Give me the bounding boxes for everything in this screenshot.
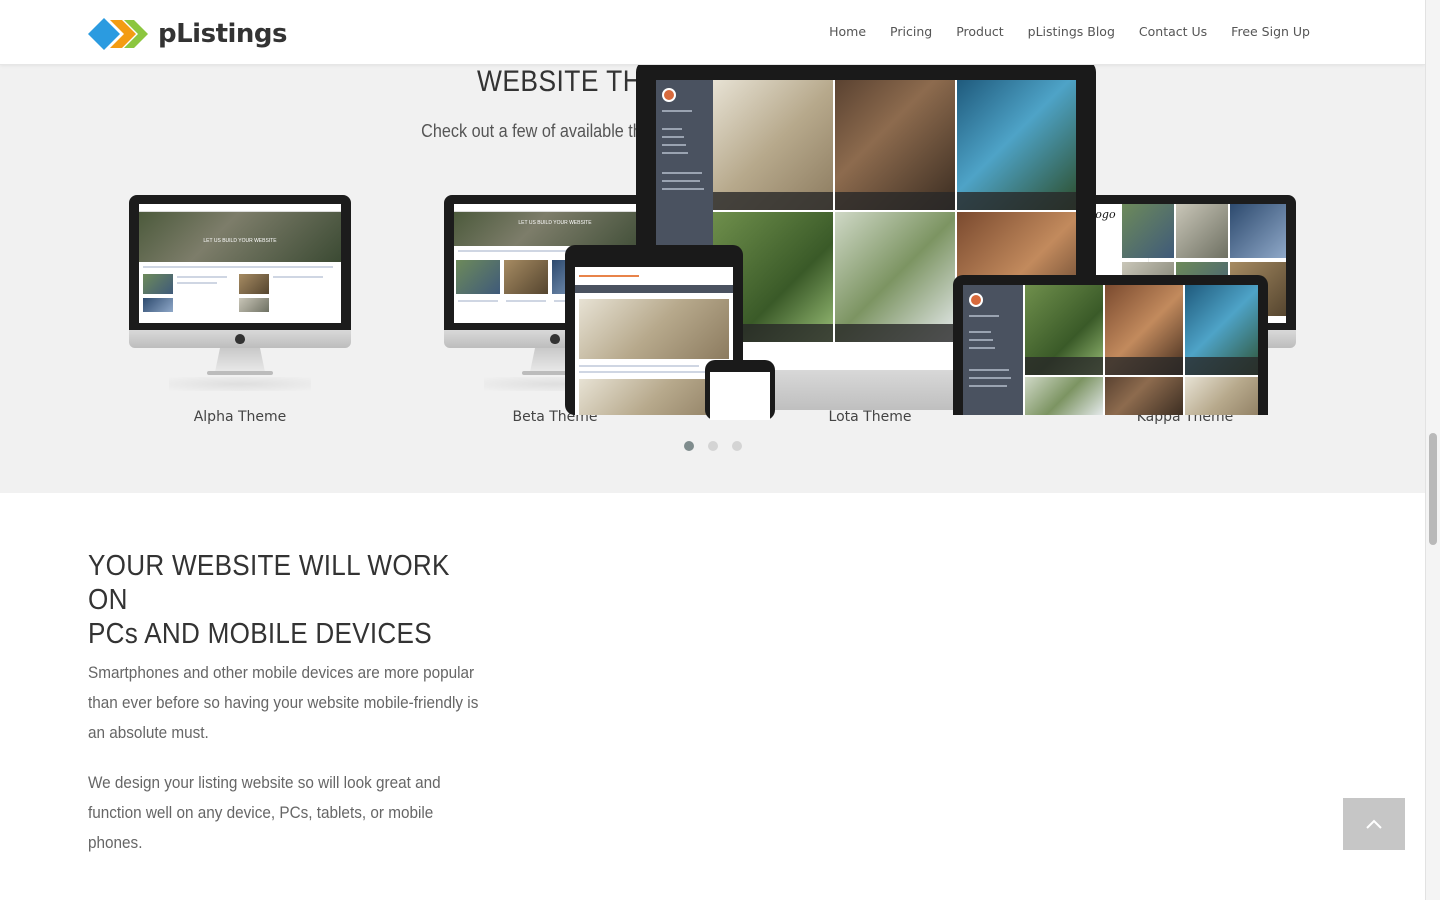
mobile-title: YOUR WEBSITE WILL WORK ON PCs AND MOBILE… [88,549,484,651]
mobile-paragraph-1: Smartphones and other mobile devices are… [88,663,479,742]
nav-product[interactable]: Product [956,24,1003,39]
phone-device [705,360,775,420]
main-nav: Home Pricing Product pListings Blog Cont… [829,24,1310,39]
apple-icon [550,334,560,344]
nav-blog[interactable]: pListings Blog [1028,24,1115,39]
plistings-logo-icon [88,14,152,54]
site-header: pListings Home Pricing Product pListings… [0,0,1425,65]
logo[interactable]: pListings [88,14,288,54]
mobile-title-line1: YOUR WEBSITE WILL WORK ON [88,550,450,616]
laptop-device [953,275,1268,415]
avatar [662,88,676,102]
nav-home[interactable]: Home [829,24,866,39]
nav-signup[interactable]: Free Sign Up [1231,24,1310,39]
brand-name: pListings [158,19,288,49]
scrollbar-thumb[interactable] [1429,433,1437,545]
page-scrollbar[interactable] [1425,0,1440,900]
carousel-dot-1[interactable] [684,441,694,451]
theme-label[interactable]: Alpha Theme [129,409,351,425]
carousel-dot-2[interactable] [708,441,718,451]
nav-contact[interactable]: Contact Us [1139,24,1207,39]
mobile-section: YOUR WEBSITE WILL WORK ON PCs AND MOBILE… [0,493,1425,900]
carousel-dot-3[interactable] [732,441,742,451]
mobile-title-line2: PCs AND MOBILE DEVICES [88,618,432,650]
carousel-pagination [684,441,742,451]
theme-label[interactable]: Lota Theme [759,409,981,425]
back-to-top-button[interactable] [1343,798,1405,850]
avatar [969,293,983,307]
mobile-paragraph-2: We design your listing website so will l… [88,773,441,852]
apple-icon [235,334,245,344]
chevron-up-icon [1366,819,1382,829]
nav-pricing[interactable]: Pricing [890,24,932,39]
theme-card-alpha[interactable]: LET US BUILD YOUR WEBSITE Alpha Theme [129,195,351,425]
monitor-image: LET US BUILD YOUR WEBSITE [129,195,351,395]
